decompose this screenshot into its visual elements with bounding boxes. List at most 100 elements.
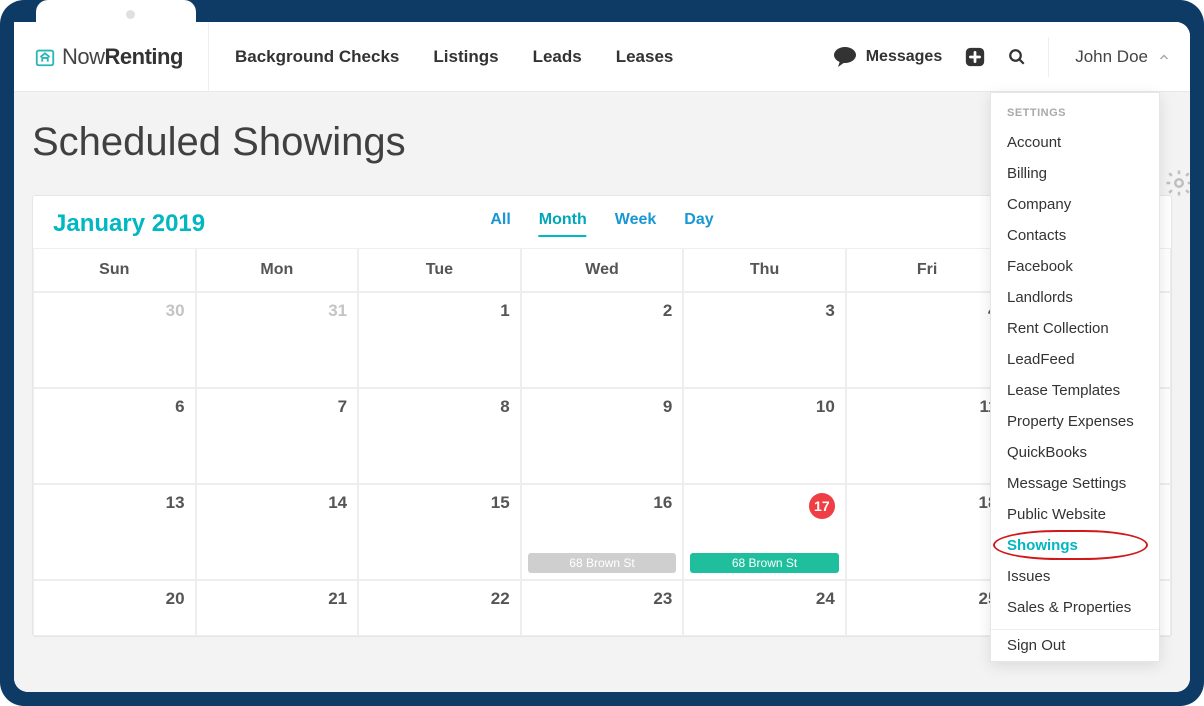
topbar: NowRenting Background Checks Listings Le… [14, 22, 1190, 92]
day-cell[interactable]: 3 [683, 292, 846, 388]
day-cell[interactable]: 15 [358, 484, 521, 580]
dow-thu: Thu [683, 248, 846, 292]
day-cell[interactable]: 2 [521, 292, 684, 388]
dropdown-section-label: SETTINGS [991, 93, 1159, 127]
dropdown-item-leadfeed[interactable]: LeadFeed [991, 344, 1159, 375]
day-cell[interactable]: 21 [196, 580, 359, 636]
dropdown-item-lease-templates[interactable]: Lease Templates [991, 375, 1159, 406]
day-number: 10 [694, 397, 835, 417]
chat-icon [832, 45, 858, 69]
day-number: 30 [44, 301, 185, 321]
dropdown-item-billing[interactable]: Billing [991, 158, 1159, 189]
day-number: 11 [857, 397, 998, 417]
dropdown-item-showings[interactable]: Showings [991, 530, 1159, 561]
dow-tue: Tue [358, 248, 521, 292]
nav-leases[interactable]: Leases [616, 47, 674, 67]
day-cell[interactable]: 7 [196, 388, 359, 484]
dow-sun: Sun [33, 248, 196, 292]
dow-wed: Wed [521, 248, 684, 292]
day-number: 3 [694, 301, 835, 321]
day-cell[interactable]: 4 [846, 292, 1009, 388]
highlight-oval [993, 530, 1148, 560]
day-cell[interactable]: 30 [33, 292, 196, 388]
nav-background-checks[interactable]: Background Checks [235, 47, 399, 67]
dow-fri: Fri [846, 248, 1009, 292]
day-cell[interactable]: 13 [33, 484, 196, 580]
day-number: 4 [857, 301, 998, 321]
calendar-event[interactable]: 68 Brown St [690, 553, 839, 573]
calendar-month-label: January 2019 [53, 210, 205, 238]
add-icon[interactable] [964, 46, 986, 68]
topbar-right: Messages John Doe [832, 37, 1190, 77]
dropdown-item-message-settings[interactable]: Message Settings [991, 468, 1159, 499]
dropdown-item-rent-collection[interactable]: Rent Collection [991, 313, 1159, 344]
day-cell[interactable]: 8 [358, 388, 521, 484]
dropdown-item-company[interactable]: Company [991, 189, 1159, 220]
dropdown-item-account[interactable]: Account [991, 127, 1159, 158]
viewport: NowRenting Background Checks Listings Le… [14, 22, 1190, 692]
messages-link[interactable]: Messages [832, 45, 943, 69]
day-cell[interactable]: 14 [196, 484, 359, 580]
user-name: John Doe [1075, 47, 1148, 67]
main-nav: Background Checks Listings Leads Leases [209, 47, 699, 67]
dropdown-item-quickbooks[interactable]: QuickBooks [991, 437, 1159, 468]
messages-label: Messages [866, 48, 943, 66]
dropdown-item-property-expenses[interactable]: Property Expenses [991, 406, 1159, 437]
day-cell[interactable]: 9 [521, 388, 684, 484]
day-cell[interactable]: 10 [683, 388, 846, 484]
view-week[interactable]: Week [615, 211, 657, 237]
view-day[interactable]: Day [684, 211, 713, 237]
day-cell[interactable]: 31 [196, 292, 359, 388]
logo-text: NowRenting [62, 44, 183, 70]
day-cell[interactable]: 22 [358, 580, 521, 636]
dropdown-signout[interactable]: Sign Out [991, 630, 1159, 661]
dow-mon: Mon [196, 248, 359, 292]
day-number: 20 [44, 589, 185, 609]
day-cell[interactable]: 25 [846, 580, 1009, 636]
day-number: 2 [532, 301, 673, 321]
view-tabs: All Month Week Day [490, 211, 713, 237]
browser-frame: NowRenting Background Checks Listings Le… [0, 0, 1204, 706]
day-cell[interactable]: 6 [33, 388, 196, 484]
chevron-up-icon [1158, 51, 1170, 63]
day-number: 8 [369, 397, 510, 417]
view-all[interactable]: All [490, 211, 510, 237]
day-cell[interactable]: 11 [846, 388, 1009, 484]
day-cell[interactable]: 16 68 Brown St [521, 484, 684, 580]
day-number: 31 [207, 301, 348, 321]
day-cell[interactable]: 20 [33, 580, 196, 636]
dropdown-item-sales-properties[interactable]: Sales & Properties [991, 592, 1159, 623]
day-cell[interactable]: 24 [683, 580, 846, 636]
user-menu-trigger[interactable]: John Doe [1048, 37, 1170, 77]
day-number: 21 [207, 589, 348, 609]
calendar-event[interactable]: 68 Brown St [528, 553, 677, 573]
view-month[interactable]: Month [539, 211, 587, 237]
day-number: 25 [857, 589, 998, 609]
logo[interactable]: NowRenting [14, 22, 209, 91]
dropdown-item-landlords[interactable]: Landlords [991, 282, 1159, 313]
day-number: 23 [532, 589, 673, 609]
day-number: 16 [532, 493, 673, 513]
gear-icon[interactable] [1164, 168, 1190, 198]
day-number: 1 [369, 301, 510, 321]
day-number: 15 [369, 493, 510, 513]
nav-leads[interactable]: Leads [533, 47, 582, 67]
dropdown-item-contacts[interactable]: Contacts [991, 220, 1159, 251]
day-cell[interactable]: 18 [846, 484, 1009, 580]
day-number: 14 [207, 493, 348, 513]
nav-listings[interactable]: Listings [433, 47, 498, 67]
dropdown-item-public-website[interactable]: Public Website [991, 499, 1159, 530]
dropdown-item-issues[interactable]: Issues [991, 561, 1159, 592]
search-icon[interactable] [1008, 48, 1026, 66]
day-number: 13 [44, 493, 185, 513]
browser-tab [36, 0, 196, 24]
day-cell[interactable]: 17 68 Brown St [683, 484, 846, 580]
day-number: 9 [532, 397, 673, 417]
today-badge: 17 [809, 493, 835, 519]
day-cell[interactable]: 1 [358, 292, 521, 388]
dropdown-item-facebook[interactable]: Facebook [991, 251, 1159, 282]
day-cell[interactable]: 23 [521, 580, 684, 636]
user-dropdown: SETTINGS AccountBillingCompanyContactsFa… [990, 92, 1160, 662]
day-number: 22 [369, 589, 510, 609]
house-icon [34, 46, 56, 68]
